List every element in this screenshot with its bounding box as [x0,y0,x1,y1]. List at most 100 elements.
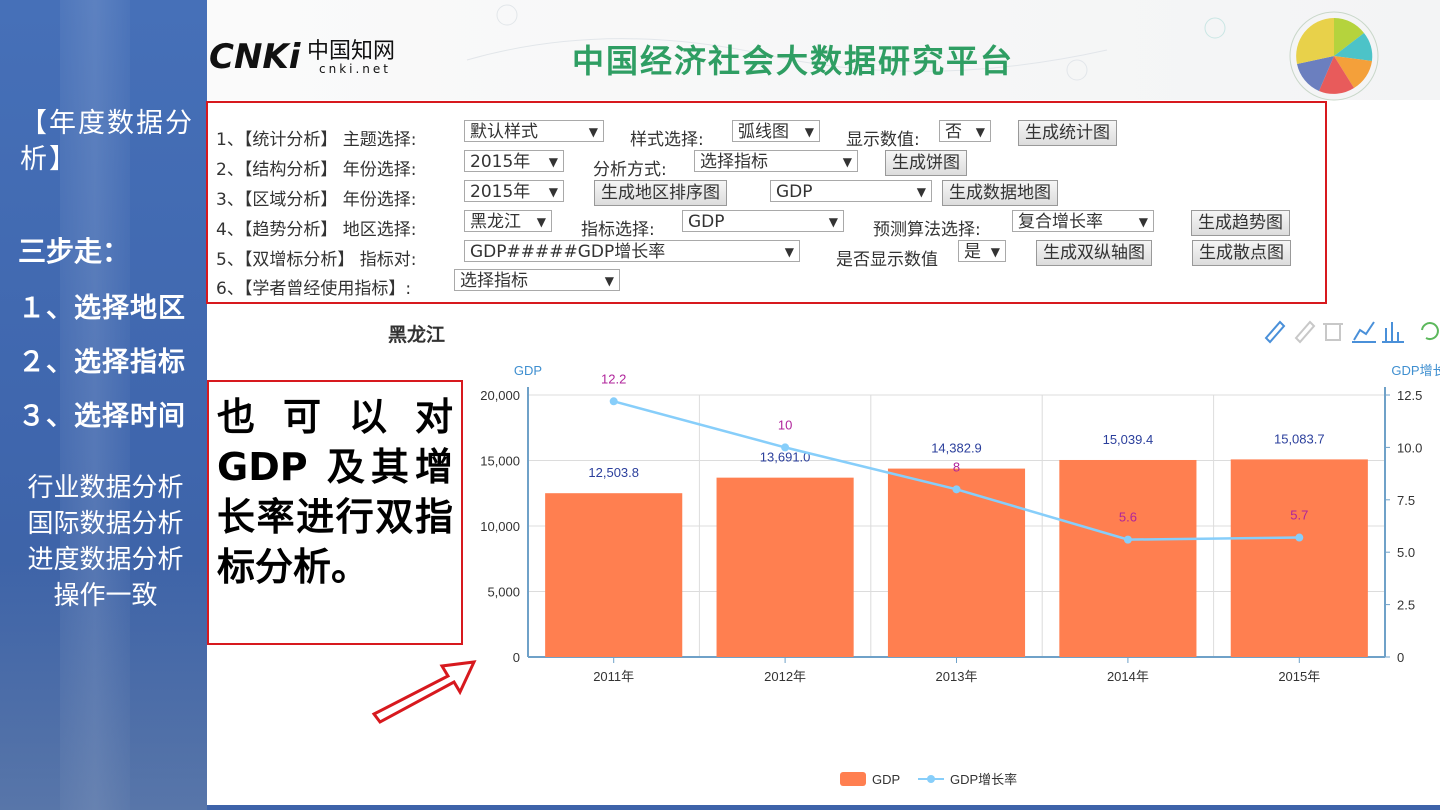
y-tick-right: 7.5 [1397,493,1415,508]
cnki-logo-mark: CNKi 中国知网 cnki.net [209,37,395,77]
y-axis-left-label: GDP [514,363,542,378]
analysis-controls-panel: 1、【统计分析】 主题选择: 默认样式 ▼ 样式选择: 弧线图 ▼ 显示数值: 否 ▼… [206,101,1327,304]
row-statistical-label: 1、【统计分析】 主题选择: [216,130,417,150]
x-tick-label: 2013年 [936,669,978,684]
regional-indicator-value: GDP [776,182,813,202]
indicator-pair-select[interactable]: GDP#####GDP增长率 ▼ [464,240,800,262]
line-point-growth [609,397,618,406]
scholar-indicator-value: 选择指标 [460,271,528,291]
dual-axis-chart: 0 5,000 10,000 15,000 20,000 0 2.5 5.0 7.5 10.0 12… [480,363,1440,787]
y-axis-right-label: GDP增长率 [1391,363,1440,378]
bar-gdp [1230,459,1368,657]
show-values-dual-select[interactable]: 是 ▼ [958,240,1006,262]
bottom-accent-bar [207,805,1440,810]
chevron-down-icon: ▼ [548,185,558,199]
theme-select[interactable]: 默认样式 ▼ [464,120,604,142]
other-analysis-list: 行业数据分析 国际数据分析 进度数据分析 操作一致 [8,470,203,614]
legend-marker-growth [927,775,935,783]
y-tick-left: 15,000 [480,454,520,469]
trend-indicator-select[interactable]: GDP ▼ [682,210,844,232]
trash-icon[interactable] [1323,323,1343,341]
progress-analysis-line: 进度数据分析 [27,545,184,575]
pie-logo-graphic [1289,11,1379,101]
x-tick-label: 2011年 [593,669,634,684]
generate-stat-chart-button[interactable]: 生成统计图 [1018,120,1117,146]
line-data-label: 12.2 [601,371,626,386]
platform-title: 中国经济社会大数据研究平台 [572,42,1015,80]
same-operation-line: 操作一致 [53,581,158,611]
regional-indicator-select[interactable]: GDP ▼ [770,180,932,202]
theme-select-value: 默认样式 [470,122,538,142]
platform-pie-logo [1288,10,1428,106]
line-data-label: 8 [953,459,960,474]
algorithm-select-value: 复合增长率 [1018,212,1103,232]
y-tick-right: 2.5 [1397,598,1415,613]
chevron-down-icon: ▼ [604,274,614,288]
bar-data-label: 15,083.7 [1274,431,1325,446]
pencil-icon[interactable] [1264,320,1286,344]
line-point-growth [781,443,790,452]
algorithm-label: 预测算法选择: [873,220,981,240]
bar-gdp [716,477,854,657]
row-dual-label: 5、【双增标分析】 指标对: [216,250,417,270]
cnki-logo[interactable]: CNKi 中国知网 cnki.net [207,30,417,78]
generate-pie-button[interactable]: 生成饼图 [885,150,967,176]
method-select-value: 选择指标 [700,152,768,172]
chevron-down-icon: ▼ [536,215,546,229]
line-chart-icon[interactable] [1352,321,1376,343]
line-point-growth [1295,533,1304,542]
year-select-structure-value: 2015年 [470,152,531,172]
year-select-regional[interactable]: 2015年 ▼ [464,180,564,202]
generate-dual-axis-button[interactable]: 生成双纵轴图 [1036,240,1152,266]
chevron-down-icon: ▼ [975,125,985,139]
x-tick-label: 2015年 [1278,669,1320,684]
step-select-time: ３、选择时间 [18,401,186,432]
method-select[interactable]: 选择指标 ▼ [694,150,858,172]
line-data-label: 5.6 [1119,510,1137,525]
row-scholar-label: 6、【学者曾经使用指标】: [216,279,412,299]
chevron-down-icon: ▼ [916,185,926,199]
generate-region-rank-button[interactable]: 生成地区排序图 [594,180,727,206]
show-values-value: 否 [945,122,962,142]
bar-data-label: 14,382.9 [931,441,982,456]
generate-scatter-button[interactable]: 生成散点图 [1192,240,1291,266]
legend-label-growth: GDP增长率 [950,772,1017,787]
chevron-down-icon: ▼ [804,125,814,139]
generate-data-map-button[interactable]: 生成数据地图 [942,180,1058,206]
show-values-select[interactable]: 否 ▼ [939,120,991,142]
bar-gdp [1059,459,1197,657]
eraser-icon[interactable] [1294,320,1316,344]
y-tick-left: 0 [513,650,520,665]
logo-sub-text: cnki.net [319,62,391,76]
line-data-label: 10 [778,417,792,432]
year-select-structure[interactable]: 2015年 ▼ [464,150,564,172]
region-select[interactable]: 黑龙江 ▼ [464,210,552,232]
bar-chart-icon[interactable] [1382,322,1404,343]
y-tick-left: 5,000 [487,585,520,600]
logo-cn-text: 中国知网 [307,39,395,64]
chevron-down-icon: ▼ [842,155,852,169]
arrow-shape [371,660,477,724]
scholar-indicator-select[interactable]: 选择指标 ▼ [454,269,620,291]
bar-data-label: 15,039.4 [1103,432,1154,447]
algorithm-select[interactable]: 复合增长率 ▼ [1012,210,1154,232]
show-values-label: 显示数值: [846,130,920,150]
callout-text: 也可以对 GDP 及其增长率进行双指标分析。 [217,395,453,589]
refresh-icon[interactable] [1421,322,1439,341]
style-select[interactable]: 弧线图 ▼ [732,120,820,142]
style-select-value: 弧线图 [738,122,789,142]
show-values-dual-value: 是 [964,242,981,262]
show-values-dual-label: 是否显示数值 [836,250,938,270]
sidebar-year-title: 【年度数据分析】 [20,108,194,175]
chevron-down-icon: ▼ [588,125,598,139]
international-analysis-line: 国际数据分析 [27,509,184,539]
generate-trend-button[interactable]: 生成趋势图 [1191,210,1290,236]
bar-gdp [545,493,683,657]
indicator-pair-value: GDP#####GDP增长率 [470,242,666,262]
trend-indicator-value: GDP [688,212,725,232]
year-select-regional-value: 2015年 [470,182,531,202]
indicator-label: 指标选择: [581,220,655,240]
logo-main-text: CNKi [209,37,302,77]
row-structure-label: 2、【结构分析】 年份选择: [216,160,417,180]
steps-title: 三步走： [18,235,131,268]
